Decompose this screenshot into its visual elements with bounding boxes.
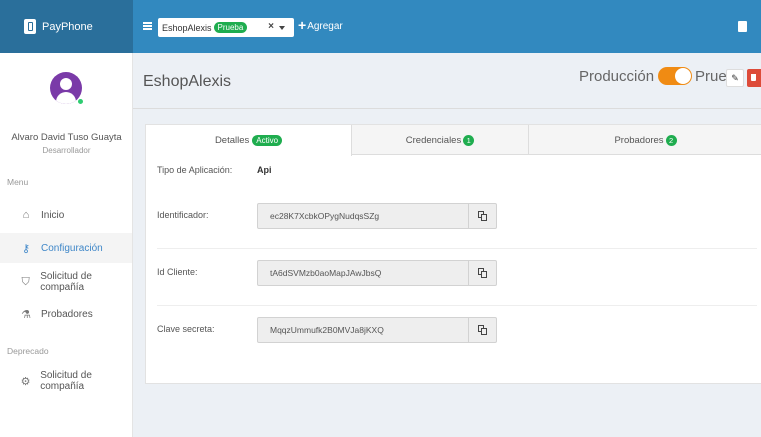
delete-button[interactable]: [747, 69, 761, 87]
sidebar-item-label: Probadores: [41, 308, 93, 320]
identifier-field[interactable]: ec28K7XcbkOPygNudqsSZg: [257, 203, 469, 229]
env-production-label: Producción: [579, 67, 655, 85]
app-type-label: Tipo de Aplicación:: [157, 165, 233, 175]
sidebar-item-solicitud-deprecada[interactable]: ⚙ Solicitud de compañía: [0, 366, 132, 396]
sidebar: Alvaro David Tuso Guayta Desarrollador M…: [0, 53, 133, 437]
app-selector[interactable]: EshopAlexis Prueba ×: [158, 18, 294, 37]
identifier-label: Identificador:: [157, 210, 209, 220]
sidebar-item-solicitud[interactable]: ⛉ Solicitud de compañía: [0, 267, 132, 297]
sidebar-item-label: Configuración: [41, 242, 103, 254]
shield-icon: ⛉: [21, 275, 30, 288]
app-details-card: Detalles Activo Credenciales 1 Probadore…: [145, 124, 761, 384]
gears-icon: ⚙: [20, 375, 31, 388]
secret-key-label: Clave secreta:: [157, 324, 215, 334]
clear-selection-icon[interactable]: ×: [268, 21, 274, 32]
app-selector-badge: Prueba: [213, 22, 248, 33]
app-type-row: Tipo de Aplicación: Api: [157, 165, 272, 175]
client-id-field[interactable]: tA6dSVMzb0aoMapJAwJbsQ: [257, 260, 469, 286]
phone-logo-icon: [24, 19, 36, 34]
brand-name: PayPhone: [42, 20, 93, 33]
app-selector-value: EshopAlexis: [162, 22, 212, 33]
tab-detalles[interactable]: Detalles Activo: [146, 125, 352, 156]
navbar: EshopAlexis Prueba × +Agregar: [133, 0, 761, 53]
environment-switch: Producción Prueba: [579, 67, 743, 85]
notification-icon[interactable]: [738, 21, 747, 32]
user-name: Alvaro David Tuso Guayta: [11, 132, 122, 143]
environment-toggle[interactable]: [658, 67, 693, 85]
secret-key-row: Clave secreta: MqqzUmmufk2B0MVJa8jKXQ: [157, 298, 757, 358]
status-badge: Activo: [252, 135, 283, 146]
sidebar-item-label: Solicitud de compañía: [40, 370, 92, 392]
main-content: EshopAlexis Producción Prueba ✎ Detalles…: [133, 53, 761, 437]
count-badge: 1: [463, 134, 475, 146]
edit-button[interactable]: ✎: [726, 69, 744, 87]
add-app-button[interactable]: +Agregar: [298, 17, 343, 33]
sidebar-item-inicio[interactable]: ⌂ Inicio: [0, 200, 132, 230]
tab-label: Probadores: [614, 134, 664, 146]
home-icon: ⌂: [22, 209, 30, 221]
key-icon: ⚷: [21, 242, 31, 255]
secret-key-field[interactable]: MqqzUmmufk2B0MVJa8jKXQ: [257, 317, 469, 343]
app-type-value: Api: [257, 165, 272, 175]
sidebar-item-configuracion[interactable]: ⚷ Configuración: [0, 233, 132, 263]
user-role: Desarrollador: [42, 146, 91, 155]
tab-probadores[interactable]: Probadores 2: [529, 125, 761, 155]
deprecated-section-label: Deprecado: [7, 346, 49, 356]
copy-secret-key-button[interactable]: [469, 317, 497, 343]
menu-section-label: Menu: [7, 177, 29, 187]
copy-identifier-button[interactable]: [469, 203, 497, 229]
sidebar-item-label: Inicio: [41, 209, 65, 221]
page-title: EshopAlexis: [143, 73, 232, 90]
tab-credenciales[interactable]: Credenciales 1: [352, 125, 529, 155]
client-id-label: Id Cliente:: [157, 267, 198, 277]
sidebar-item-label: Solicitud de compañía: [40, 271, 92, 293]
brand[interactable]: PayPhone: [0, 0, 133, 53]
identifier-row: Identificador: ec28K7XcbkOPygNudqsSZg: [157, 184, 757, 244]
client-id-row: Id Cliente: tA6dSVMzb0aoMapJAwJbsQ: [157, 241, 757, 301]
tab-bar: Detalles Activo Credenciales 1 Probadore…: [146, 125, 761, 156]
divider: [133, 108, 761, 109]
top-navbar: PayPhone EshopAlexis Prueba × +Agregar: [0, 0, 761, 53]
sidebar-item-probadores[interactable]: ⚗ Probadores: [0, 299, 132, 329]
plus-icon: +: [298, 17, 307, 33]
copy-client-id-button[interactable]: [469, 260, 497, 286]
menu-toggle-icon[interactable]: [143, 22, 152, 30]
tab-label: Credenciales: [405, 134, 462, 146]
copy-icon: [478, 325, 487, 335]
flask-icon: ⚗: [21, 308, 31, 321]
tab-label: Detalles: [214, 135, 250, 146]
copy-icon: [478, 211, 487, 221]
chevron-down-icon[interactable]: [279, 26, 285, 30]
count-badge: 2: [665, 134, 677, 146]
add-app-label: Agregar: [307, 21, 343, 32]
online-status-icon: [77, 98, 84, 105]
copy-icon: [478, 268, 487, 278]
